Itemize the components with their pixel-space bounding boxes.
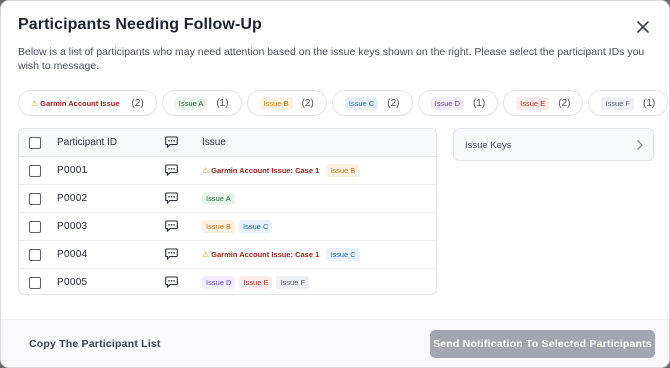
participant-id: P0003 [57,221,88,232]
issue-tag: Issue B [259,96,293,110]
row-checkbox[interactable] [29,277,41,289]
message-icon[interactable] [165,220,178,232]
issue-tag-label: Issue F [280,278,306,287]
issue-tag: Issue C [326,248,360,261]
filter-chip[interactable]: Issue D (1) [417,90,499,116]
issue-tag-label: Issue E [243,278,269,287]
participant-id: P0002 [57,193,88,204]
issue-tag-label: Issue C [348,98,375,108]
issue-tag: Issue E [516,96,550,110]
filter-chip[interactable]: Issue E (2) [503,90,584,116]
participant-id: P0005 [57,277,88,288]
issue-tag-label: Issue D [206,278,232,287]
filter-chip[interactable]: Issue F (1) [588,90,669,116]
issue-tag: Issue B [202,220,236,233]
issue-tag-label: Issue F [605,98,631,108]
filter-chip[interactable]: Issue A (1) [161,90,242,116]
filter-chip-count: (2) [131,97,144,109]
row-issues: ⚠ Garmin Account Issue: Case 1 Issue B [202,164,360,177]
table-row: P0005 Issue D Issue E Issue F [19,269,436,294]
table-row: P0003 Issue B Issue C [19,213,436,241]
table-row: P0002 Issue A [19,185,436,213]
issue-tag: Issue E [239,276,273,289]
table-row: P0004 ⚠ Garmin Account Issue: Case 1 Issue … [19,241,436,269]
header-issue: Issue [202,137,226,148]
filter-chip[interactable]: Issue B (2) [246,90,327,116]
issue-tag-label: Issue C [243,222,269,231]
issue-keys-label: Issue Keys [465,140,512,151]
issue-tag-label: Issue C [330,250,356,259]
issue-tag-label: Issue B [263,98,289,108]
row-issues: Issue A [202,192,235,205]
row-checkbox[interactable] [29,193,41,205]
row-checkbox[interactable] [29,221,41,233]
filter-chip-count: (2) [387,97,400,109]
issue-tag: Issue D [430,96,464,110]
filter-chip-count: (1) [472,97,486,109]
issue-tag-label: Garmin Account Issue: Case 1 [211,166,320,175]
row-issues: ⚠ Garmin Account Issue: Case 1 Issue C [202,248,360,261]
issue-tag-label: Issue A [206,194,231,203]
select-all-checkbox[interactable] [29,137,41,149]
issue-tag: Issue F [276,276,310,289]
issue-tag-label: Issue A [178,98,204,108]
issue-filter-chips: ⚠ Garmin Account Issue (2) Issue A (1) Issue … [18,90,669,116]
table-row: P0001 ⚠ Garmin Account Issue: Case 1 Issue … [19,157,436,185]
filter-chip[interactable]: ⚠ Garmin Account Issue (2) [18,90,157,116]
filter-chip-count: (1) [216,97,229,109]
issue-tag: ⚠ Garmin Account Issue: Case 1 [202,164,322,177]
warning-icon: ⚠ [202,166,210,175]
row-checkbox[interactable] [29,165,41,177]
row-issues: Issue B Issue C [202,220,273,233]
issue-tag: ⚠ Garmin Account Issue [31,97,123,110]
message-icon[interactable] [165,192,178,204]
close-icon[interactable] [634,18,652,36]
modal-title: Participants Needing Follow-Up [18,16,262,33]
participant-id: P0001 [57,165,88,176]
row-issues: Issue D Issue E Issue F [202,276,310,289]
issue-tag-label: Garmin Account Issue [40,98,120,108]
filter-chip[interactable]: Issue C (2) [331,90,413,116]
issue-tag-label: Issue B [330,166,356,175]
issue-keys-panel[interactable]: Issue Keys [453,128,654,161]
issue-tag: Issue B [326,164,360,177]
message-icon[interactable] [165,276,178,288]
copy-participant-list-button[interactable]: Copy The Participant List [29,338,161,350]
message-icon [165,136,178,148]
filter-chip-count: (2) [558,97,571,109]
follow-up-modal: Participants Needing Follow-Up Below is … [0,0,670,368]
send-notification-button[interactable]: Send Notification To Selected Participan… [430,330,655,358]
filter-chip-count: (2) [301,97,314,109]
issue-tag-label: Issue B [206,222,232,231]
warning-icon: ⚠ [31,98,39,108]
issue-tag: Issue D [202,276,236,289]
warning-icon: ⚠ [202,250,210,259]
chevron-right-icon [637,140,643,150]
filter-chip-count: (1) [643,97,656,109]
issue-tag: Issue C [239,220,273,233]
issue-tag-label: Garmin Account Issue: Case 1 [211,250,320,259]
modal-description: Below is a list of participants who may … [18,46,645,72]
issue-tag: Issue A [174,96,208,110]
row-checkbox[interactable] [29,249,41,261]
table-header: Participant ID Issue [19,129,436,157]
issue-tag: Issue C [344,96,379,110]
header-participant-id: Participant ID [57,137,118,148]
message-icon[interactable] [165,164,178,176]
participant-id: P0004 [57,249,88,260]
participants-table: Participant ID Issue P0001 ⚠ Garmin Accoun… [18,128,437,295]
issue-tag: ⚠ Garmin Account Issue: Case 1 [202,248,322,261]
message-icon[interactable] [165,248,178,260]
issue-tag: Issue F [601,96,635,110]
issue-tag-label: Issue D [434,98,460,108]
issue-tag: Issue A [202,192,235,205]
issue-tag-label: Issue E [520,98,546,108]
